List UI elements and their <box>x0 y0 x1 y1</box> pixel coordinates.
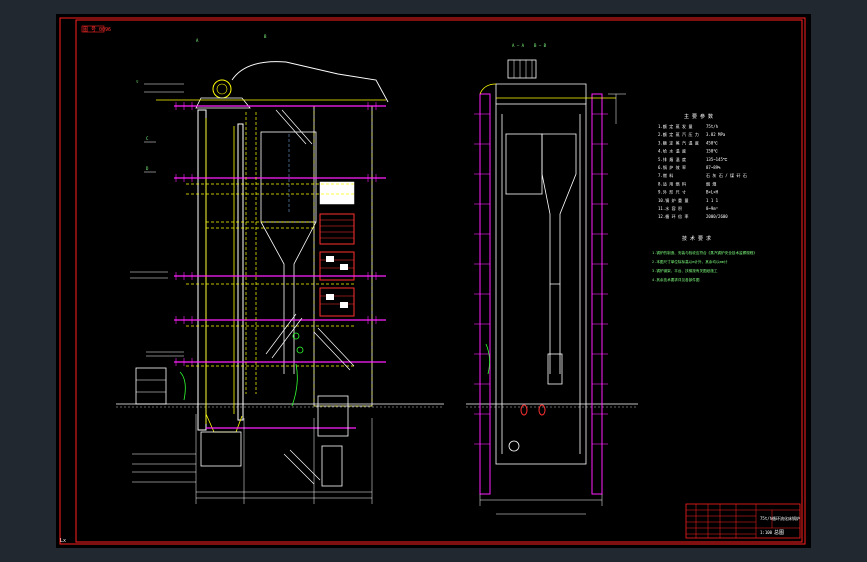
spec-key: 3.额 定 蒸 汽 温 度 <box>658 139 699 145</box>
svg-text:B: B <box>264 34 267 39</box>
spec-key: 5.排 烟 温 度 <box>658 156 686 162</box>
note-line: 1.锅炉的制造、安装与验收应符合《蒸汽锅炉安全技术监察规程》 <box>652 250 757 255</box>
spec-value: 石 灰 石 / 煤 矸 石 <box>706 172 747 178</box>
spec-value: 2000/2600 <box>706 214 728 219</box>
svg-text:C: C <box>146 136 149 141</box>
spec-value: 75t/h <box>706 124 719 129</box>
svg-text:A: A <box>196 38 199 43</box>
spec-value: 烟 煤 <box>706 180 716 186</box>
svg-text:D: D <box>146 166 149 171</box>
front-section-view: A — A B — B <box>466 43 638 515</box>
spec-value: 87~89% <box>706 165 721 170</box>
view-label-b: B — B <box>534 43 547 48</box>
view-label-a: A — A <box>512 43 525 48</box>
spec-key: 8.适 用 燃 料 <box>658 180 686 186</box>
boiler-drawing: 图 号 0096 Lx ▽ C D A B A — A B — B 主 要 参 … <box>59 17 806 545</box>
drawing-name: 75t/h循环流化床锅炉 <box>760 515 800 521</box>
spec-value: 150℃ <box>706 149 718 154</box>
spec-value: 450℃ <box>706 140 718 145</box>
note-line: 4.其余技术要求详见各部件图 <box>652 277 700 282</box>
spec-key: 12.循 环 倍 率 <box>658 213 688 219</box>
spec-key: 6.锅 炉 效 率 <box>658 164 686 170</box>
svg-text:Lx: Lx <box>60 538 66 544</box>
main-parameters-table: 主 要 参 数 1.额 定 蒸 发 量 75t/h 2.额 定 蒸 汽 压 力 3.8… <box>658 113 747 219</box>
drawing-sheet: 图 号 0096 Lx ▽ C D A B A — A B — B 主 要 参 … <box>56 14 811 548</box>
spec-title: 主 要 参 数 <box>684 113 713 120</box>
cad-viewport[interactable]: 图 号 0096 Lx ▽ C D A B A — A B — B 主 要 参 … <box>0 0 867 562</box>
spec-value: 1 1 1 <box>706 198 719 203</box>
spec-value: B×L×H <box>706 190 719 195</box>
side-elevation-view: ▽ C D A B <box>116 34 444 504</box>
spec-key: 11.水 容 积 <box>658 205 682 211</box>
spec-value: 8~9m³ <box>706 206 718 211</box>
note-line: 3.锅炉钢架、平台、扶梯按有关图纸施工 <box>652 268 718 273</box>
drawing-number: 总图 <box>774 529 784 536</box>
spec-key: 4.给 水 温 度 <box>658 148 686 154</box>
drawing-scale: 1:100 <box>760 530 773 535</box>
note-line: 2.本图尺寸单位除标高以m计外，其余均以mm计 <box>652 259 728 264</box>
spec-value: 3.82 MPa <box>706 132 726 137</box>
spec-key: 9.外 形 尺 寸 <box>658 189 686 195</box>
spec-key: 1.额 定 蒸 发 量 <box>658 123 692 129</box>
corner-tag: 图 号 0096 <box>83 27 111 33</box>
notes-title: 技 术 要 求 <box>682 235 711 242</box>
spec-key: 2.额 定 蒸 汽 压 力 <box>658 131 699 137</box>
technical-notes: 技 术 要 求 1.锅炉的制造、安装与验收应符合《蒸汽锅炉安全技术监察规程》 2.… <box>652 235 757 282</box>
spec-key: 7.燃 料 <box>658 172 673 178</box>
svg-text:▽: ▽ <box>136 79 139 84</box>
spec-key: 10.锅 炉 重 量 <box>658 197 688 203</box>
title-block: 75t/h循环流化床锅炉 总图 1:100 <box>685 503 801 539</box>
spec-value: 135~145℃ <box>706 157 728 162</box>
